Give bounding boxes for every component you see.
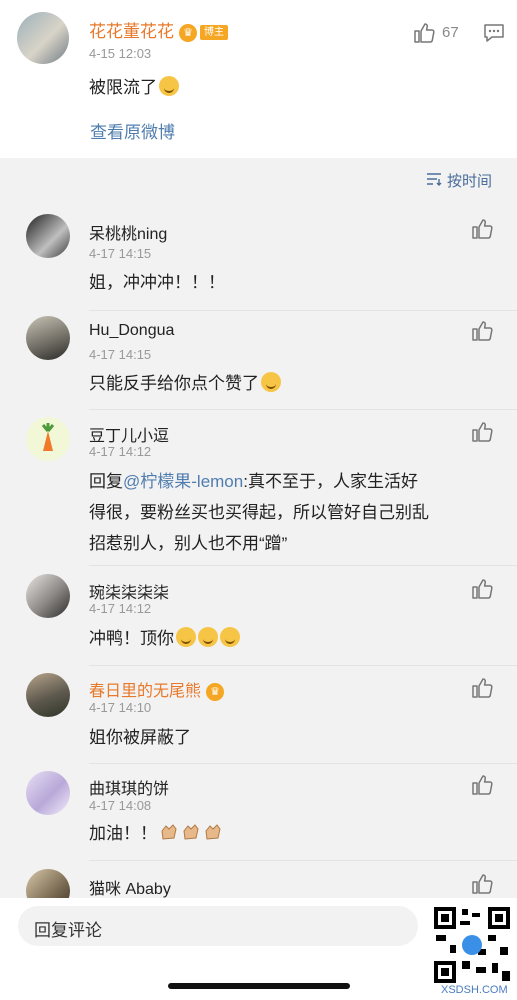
author-row: 花花董花花 ♛ 博主 (89, 17, 228, 42)
clap-emoji-icon (205, 824, 221, 840)
blogger-badge: 博主 (200, 25, 228, 41)
site-watermark: XSDSH.COM (441, 984, 508, 996)
comment-text-block: 回复@柠檬果-lemon:真不至于，人家生活好 得很，要粉丝买也买得起，所以管好… (89, 468, 494, 558)
post-time: 4-15 12:03 (89, 46, 152, 61)
commenter-avatar[interactable] (26, 771, 70, 815)
like-icon[interactable] (470, 319, 494, 343)
like-icon[interactable] (470, 420, 494, 444)
home-indicator[interactable] (168, 983, 350, 989)
reply-text-line3: 招惹别人，别人也不用“蹭” (89, 534, 288, 553)
commenter-avatar[interactable] (26, 214, 70, 258)
commenter-name[interactable]: 猫咪 Ababy (89, 875, 171, 899)
like-count: 67 (442, 24, 459, 41)
comment-time: 4-17 14:15 (89, 246, 152, 261)
crying-laugh-emoji-icon (159, 76, 179, 96)
vip-crown-icon: ♛ (179, 23, 197, 42)
divider (89, 860, 517, 861)
mention-link[interactable]: @柠檬果-lemon (123, 472, 243, 491)
sort-icon[interactable] (426, 172, 442, 186)
crying-emoji-icon (220, 627, 240, 647)
post-text: 被限流了 (89, 78, 157, 97)
view-original-link[interactable]: 查看原微博 (90, 118, 175, 143)
divider (89, 763, 517, 764)
like-icon[interactable] (470, 773, 494, 797)
reply-comment-placeholder[interactable]: 回复评论 (34, 916, 102, 941)
commenter-name[interactable]: 琬柒柒柒柒 (89, 579, 169, 603)
comment-text: 加油！！ (89, 824, 157, 843)
like-icon[interactable] (470, 217, 494, 241)
comment-text: 姐你被屏蔽了 (89, 728, 191, 747)
divider (89, 310, 517, 311)
like-icon[interactable] (470, 577, 494, 601)
comment-time: 4-17 14:15 (89, 347, 152, 362)
commenter-name[interactable]: 豆丁儿小逗 (89, 422, 169, 446)
post-text-row: 被限流了 (89, 74, 179, 102)
comment-icon[interactable] (483, 23, 505, 43)
commenter-name[interactable]: 曲琪琪的饼 (89, 775, 169, 799)
divider (89, 409, 517, 410)
commenter-name[interactable]: 春日里的无尾熊 (89, 683, 201, 700)
commenter-name[interactable]: Hu_Dongua (89, 322, 174, 340)
qr-code-watermark (432, 905, 512, 985)
comment-time: 4-17 14:10 (89, 700, 152, 715)
reply-text-line1: :真不至于，人家生活好 (243, 472, 418, 491)
comment-text-row: 加油！！ (89, 820, 494, 848)
crying-emoji-icon (198, 627, 218, 647)
clap-emoji-icon (183, 824, 199, 840)
comment-text: 冲鸭！顶你 (89, 629, 174, 648)
comment-time: 4-17 14:12 (89, 601, 152, 616)
like-icon[interactable] (412, 21, 436, 45)
author-name[interactable]: 花花董花花 (89, 22, 174, 41)
comment-time: 4-17 14:12 (89, 444, 152, 459)
main-post (0, 0, 517, 158)
comment-text: 只能反手给你点个赞了 (89, 374, 259, 393)
reply-text-line2: 得很，要粉丝买也买得起，所以管好自己别乱 (89, 503, 429, 522)
reply-prefix: 回复 (89, 472, 123, 491)
vip-crown-icon: ♛ (206, 682, 225, 701)
sort-by-time-button[interactable]: 按时间 (447, 170, 492, 191)
commenter-name-row: 春日里的无尾熊 ♛ (89, 677, 225, 701)
commenter-avatar[interactable] (26, 673, 70, 717)
commenter-name[interactable]: 呆桃桃ning (89, 220, 167, 244)
commenter-avatar[interactable] (26, 316, 70, 360)
commenter-avatar[interactable] (26, 574, 70, 618)
divider (89, 665, 517, 666)
like-icon[interactable] (470, 872, 494, 896)
comment-time: 4-17 14:08 (89, 798, 152, 813)
upside-down-smile-emoji-icon (261, 372, 281, 392)
comment-text: 姐，冲冲冲！！！ (89, 273, 225, 292)
comment-text-row: 冲鸭！顶你 (89, 625, 494, 653)
crying-emoji-icon (176, 627, 196, 647)
divider (89, 565, 517, 566)
clap-emoji-icon (161, 824, 177, 840)
commenter-avatar[interactable] (26, 417, 70, 461)
author-avatar[interactable] (17, 12, 69, 64)
comment-text-row: 只能反手给你点个赞了 (89, 370, 494, 398)
like-icon[interactable] (470, 676, 494, 700)
